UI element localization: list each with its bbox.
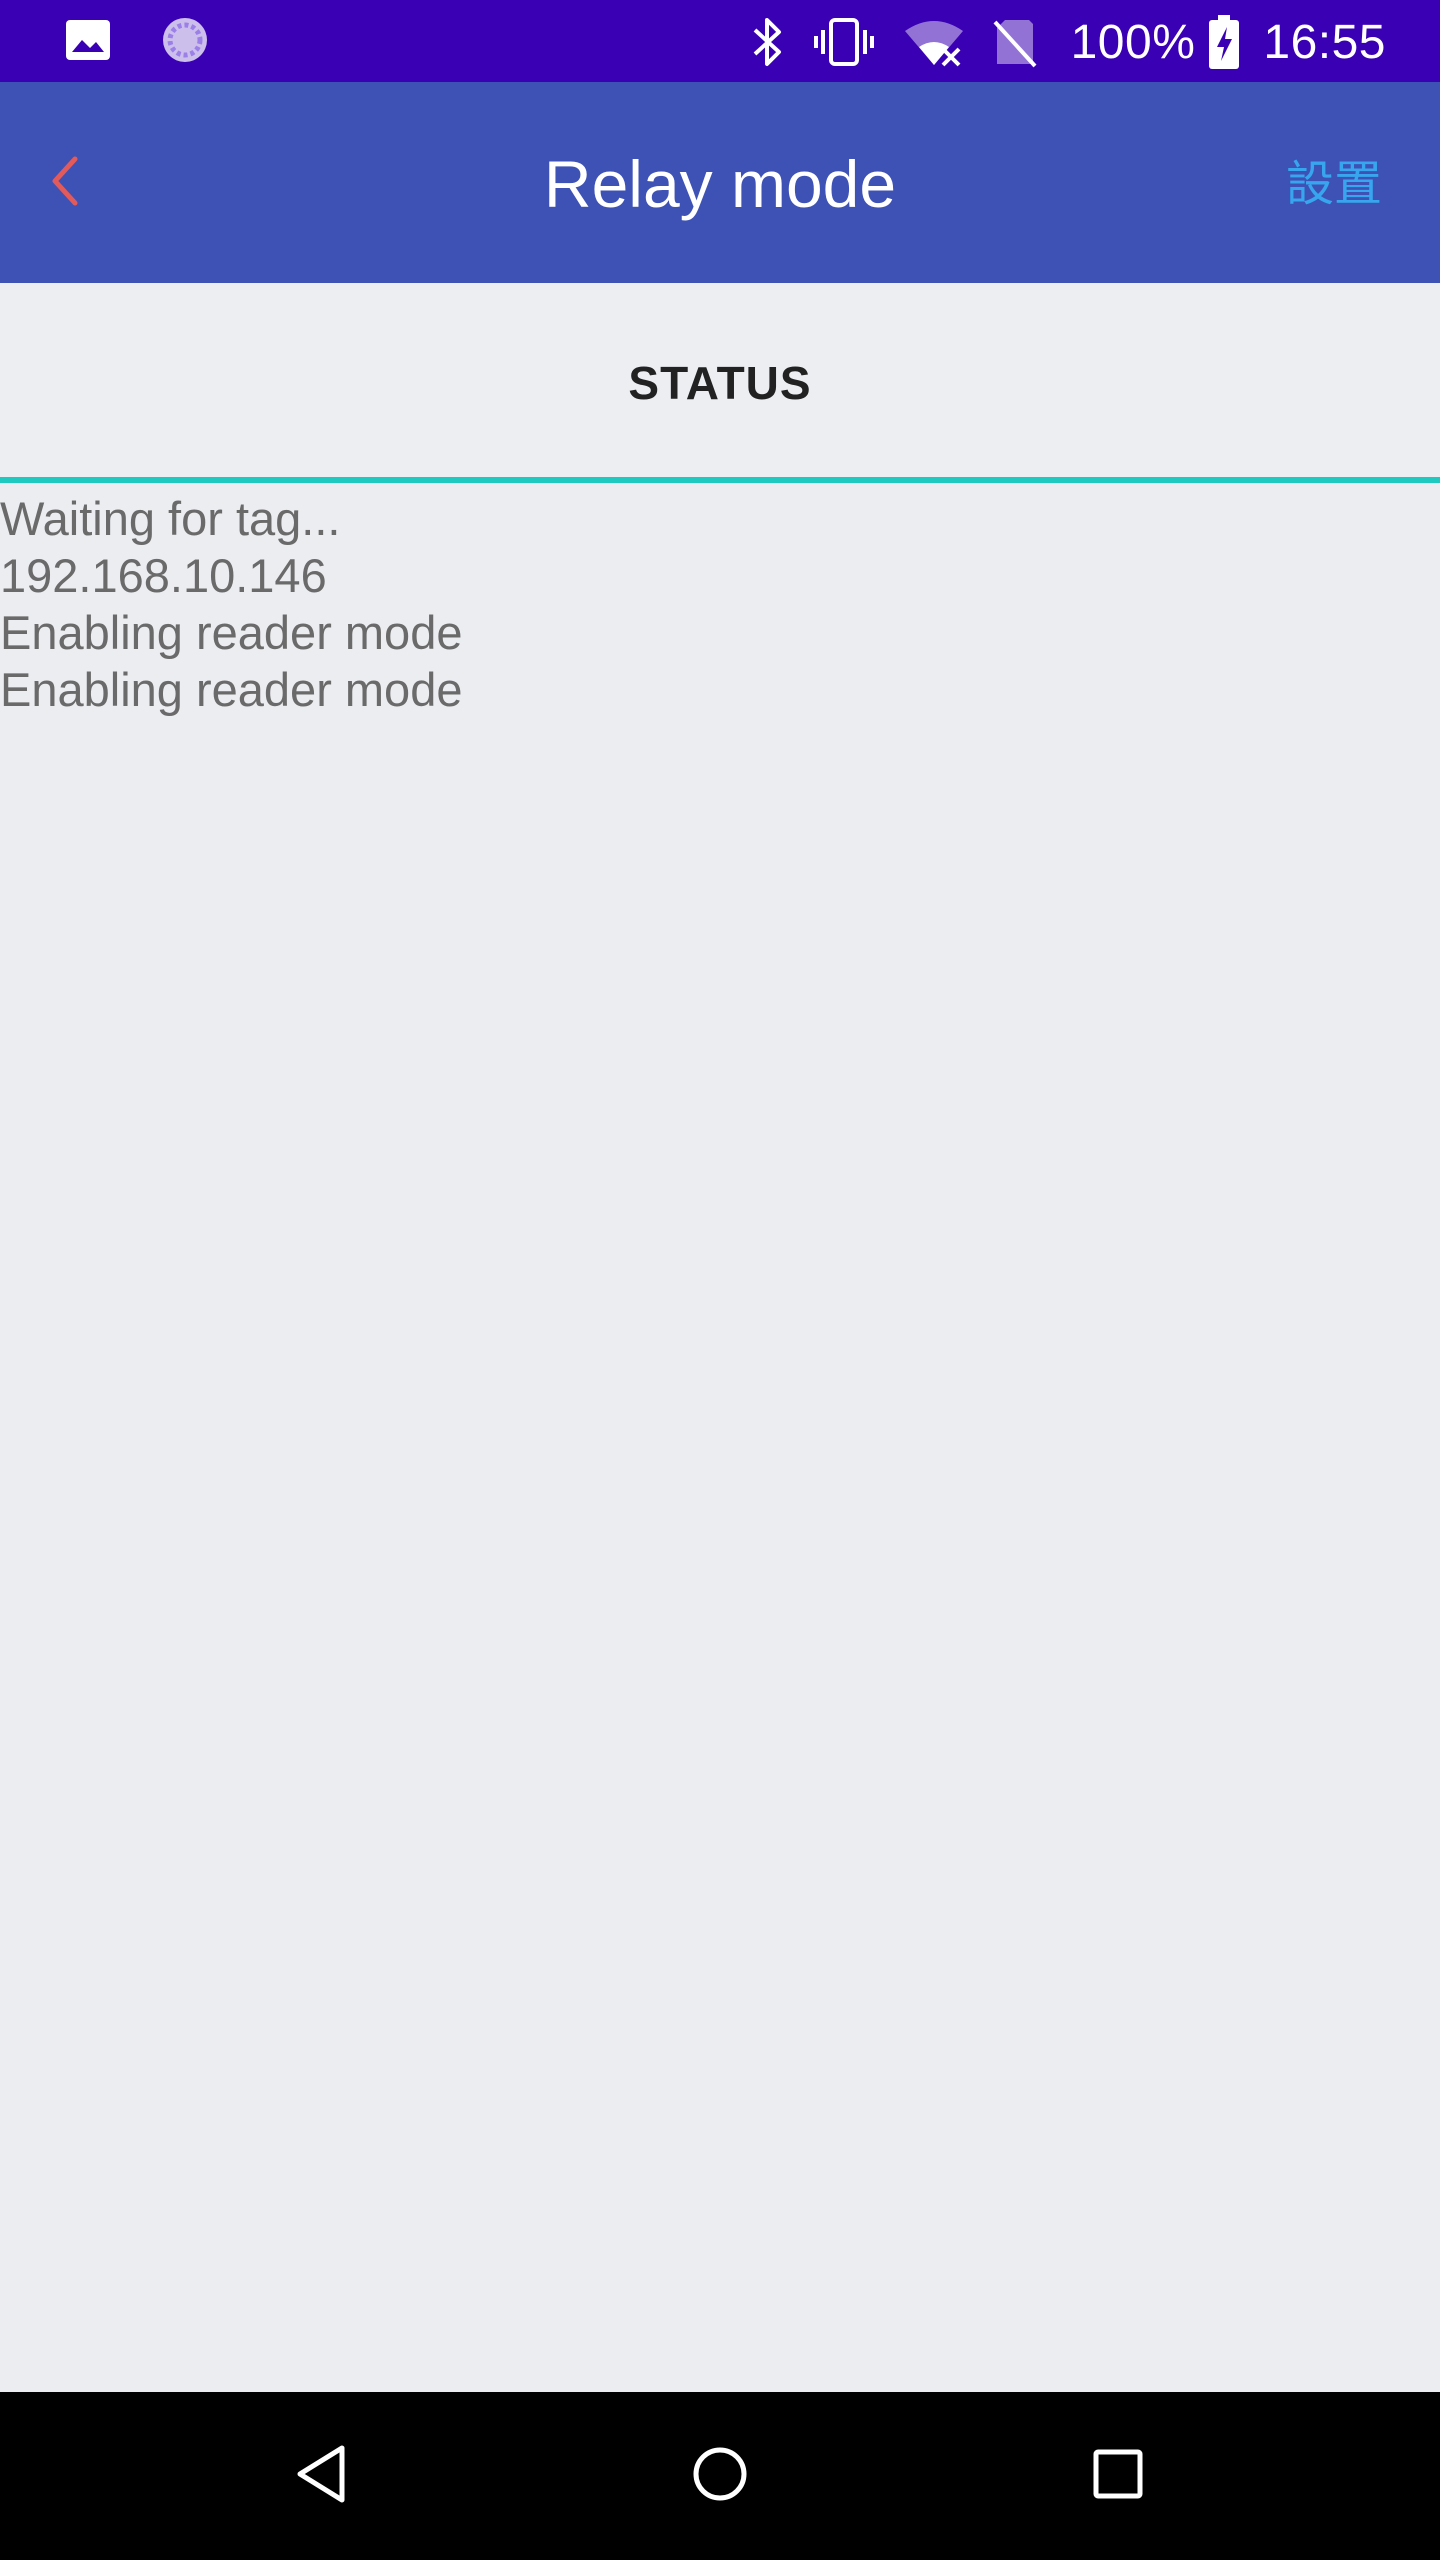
log-line: Enabling reader mode [0,606,463,659]
page-title: Relay mode [543,147,897,221]
home-circle-icon [690,2444,750,2508]
nav-home-button[interactable] [670,2426,770,2526]
clock: 16:55 [1263,15,1386,69]
system-icons: 100% 16:55 [723,12,1386,72]
vibrate-icon [813,16,875,68]
no-sim-icon [993,16,1037,68]
app-bar: Relay mode 設置 [0,82,1440,283]
bluetooth-icon [751,16,785,68]
tab-status-label: STATUS [628,357,812,409]
log-line: Enabling reader mode [0,663,463,716]
back-triangle-icon [292,2442,352,2510]
tab-indicator [0,477,1440,483]
wifi-off-icon [903,17,965,67]
battery-charging-icon [1209,15,1240,69]
sync-icon [160,15,210,69]
tab-bar: STATUS [0,283,1440,483]
navigation-bar [0,2392,1440,2560]
log-line: 192.168.10.146 [0,549,327,602]
settings-button[interactable]: 設置 [1286,148,1382,220]
image-icon [64,18,112,66]
notification-icons [64,16,210,68]
nav-back-button[interactable] [272,2426,372,2526]
battery-percent: 100% [1070,15,1196,69]
recents-square-icon [1090,2446,1146,2506]
nav-recents-button[interactable] [1068,2426,1168,2526]
status-bar: 100% 16:55 [0,0,1440,82]
status-log: Waiting for tag... 192.168.10.146 Enabli… [0,490,1440,718]
tab-status[interactable]: STATUS [0,283,1440,477]
log-line: Waiting for tag... [0,492,341,545]
